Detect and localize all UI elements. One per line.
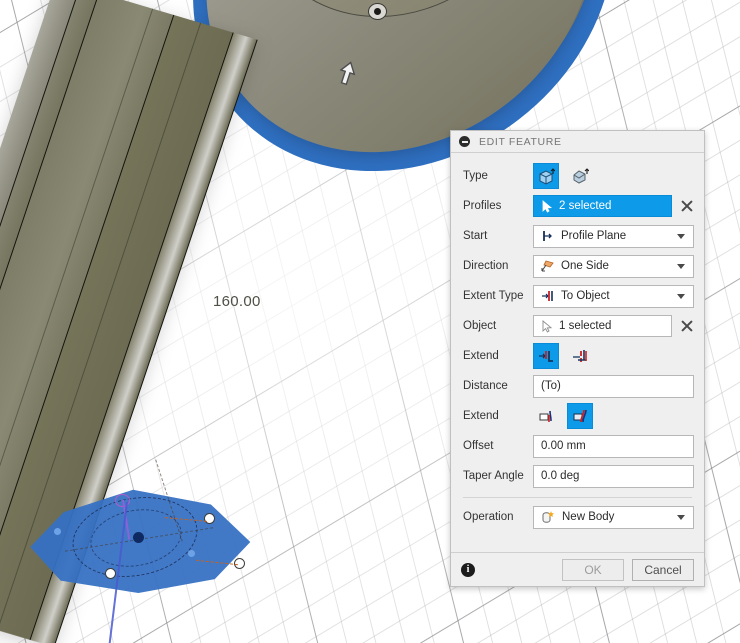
cancel-button[interactable]: Cancel: [632, 558, 694, 581]
start-dropdown[interactable]: Profile Plane: [533, 224, 694, 248]
direction-value: One Side: [561, 260, 609, 272]
cad-application-window: 160.00 EDIT FEATURE Type Profiles 2 sele…: [0, 0, 740, 643]
label-distance: Distance: [463, 380, 508, 392]
label-extend-start: Extend: [463, 350, 499, 362]
new-body-icon: [542, 510, 554, 523]
one-side-arrow-icon: [541, 260, 554, 272]
row-type: Type: [451, 161, 704, 191]
manipulator-handle[interactable]: [105, 568, 116, 579]
label-extend-end: Extend: [463, 410, 499, 422]
profiles-clear-x-icon[interactable]: [680, 199, 694, 213]
info-icon[interactable]: i: [461, 562, 475, 577]
row-operation: Operation New Body: [451, 502, 704, 532]
row-start: Start Profile Plane: [451, 221, 704, 251]
dialog-header[interactable]: EDIT FEATURE: [451, 131, 704, 153]
operation-value: New Body: [562, 511, 615, 523]
object-clear-x-icon[interactable]: [680, 319, 694, 333]
extend-straight-end-icon[interactable]: [533, 403, 559, 429]
extrude-arrow-cursor[interactable]: [336, 60, 358, 90]
operation-dropdown[interactable]: New Body: [533, 505, 694, 529]
collapse-minus-icon[interactable]: [459, 136, 470, 147]
row-extend-end: Extend: [451, 401, 704, 431]
taper-angle-value: 0.0 deg: [541, 470, 580, 482]
manipulator-handle[interactable]: [204, 513, 215, 524]
offset-input[interactable]: 0.00 mm: [533, 434, 694, 458]
extrude-tapered-icon[interactable]: [567, 163, 593, 189]
edit-feature-dialog[interactable]: EDIT FEATURE Type Profiles 2 selected St…: [450, 130, 705, 587]
distance-value: (To): [541, 380, 561, 392]
bottom-spacer: [451, 532, 704, 546]
label-direction: Direction: [463, 260, 509, 272]
object-selection-field[interactable]: 1 selected: [533, 315, 672, 337]
start-value: Profile Plane: [561, 230, 627, 242]
ok-button[interactable]: OK: [562, 558, 624, 581]
label-taper-angle: Taper Angle: [463, 470, 524, 482]
chevron-down-icon[interactable]: [677, 514, 685, 520]
row-extent-type: Extent Type To Object: [451, 281, 704, 311]
flange-hole[interactable]: [368, 3, 387, 20]
row-extend-start: Extend: [451, 341, 704, 371]
row-direction: Direction One Side: [451, 251, 704, 281]
sketch-point[interactable]: [54, 528, 61, 535]
label-offset: Offset: [463, 440, 494, 452]
chevron-down-icon[interactable]: [677, 293, 685, 299]
chevron-down-icon[interactable]: [677, 233, 685, 239]
row-offset: Offset 0.00 mm: [451, 431, 704, 461]
row-profiles: Profiles 2 selected: [451, 191, 704, 221]
chevron-down-icon[interactable]: [677, 263, 685, 269]
distance-input[interactable]: (To): [533, 374, 694, 398]
direction-dropdown[interactable]: One Side: [533, 254, 694, 278]
row-distance: Distance (To): [451, 371, 704, 401]
dialog-footer: i OK Cancel: [451, 552, 704, 586]
sketch-point[interactable]: [188, 550, 195, 557]
extend-beyond-face-icon[interactable]: [567, 343, 593, 369]
label-type: Type: [463, 170, 488, 182]
profile-plane-icon: [543, 231, 552, 241]
dialog-title: EDIT FEATURE: [479, 135, 562, 148]
extent-type-dropdown[interactable]: To Object: [533, 284, 694, 308]
cursor-pointer-icon: [542, 199, 553, 213]
extrude-straight-icon[interactable]: [533, 163, 559, 189]
label-object: Object: [463, 320, 497, 332]
label-operation: Operation: [463, 511, 514, 523]
dialog-body: Type Profiles 2 selected Start Profile P…: [451, 153, 704, 552]
profiles-value: 2 selected: [559, 200, 612, 212]
sketch-origin-point[interactable]: [133, 532, 144, 543]
row-taper-angle: Taper Angle 0.0 deg: [451, 461, 704, 491]
label-start: Start: [463, 230, 488, 242]
taper-angle-input[interactable]: 0.0 deg: [533, 464, 694, 488]
object-value: 1 selected: [559, 320, 612, 332]
section-divider: [463, 497, 692, 498]
dimension-label[interactable]: 160.00: [213, 293, 261, 310]
extend-to-face-icon[interactable]: [533, 343, 559, 369]
label-extent-type: Extent Type: [463, 290, 524, 302]
extend-curved-end-icon[interactable]: [567, 403, 593, 429]
to-object-icon: [542, 291, 553, 301]
sketch-profile-group[interactable]: [30, 459, 250, 594]
label-profiles: Profiles: [463, 200, 502, 212]
cursor-pointer-icon: [542, 319, 553, 333]
extent-type-value: To Object: [561, 290, 610, 302]
offset-value: 0.00 mm: [541, 440, 586, 452]
profiles-selection-field[interactable]: 2 selected: [533, 195, 672, 217]
row-object: Object 1 selected: [451, 311, 704, 341]
